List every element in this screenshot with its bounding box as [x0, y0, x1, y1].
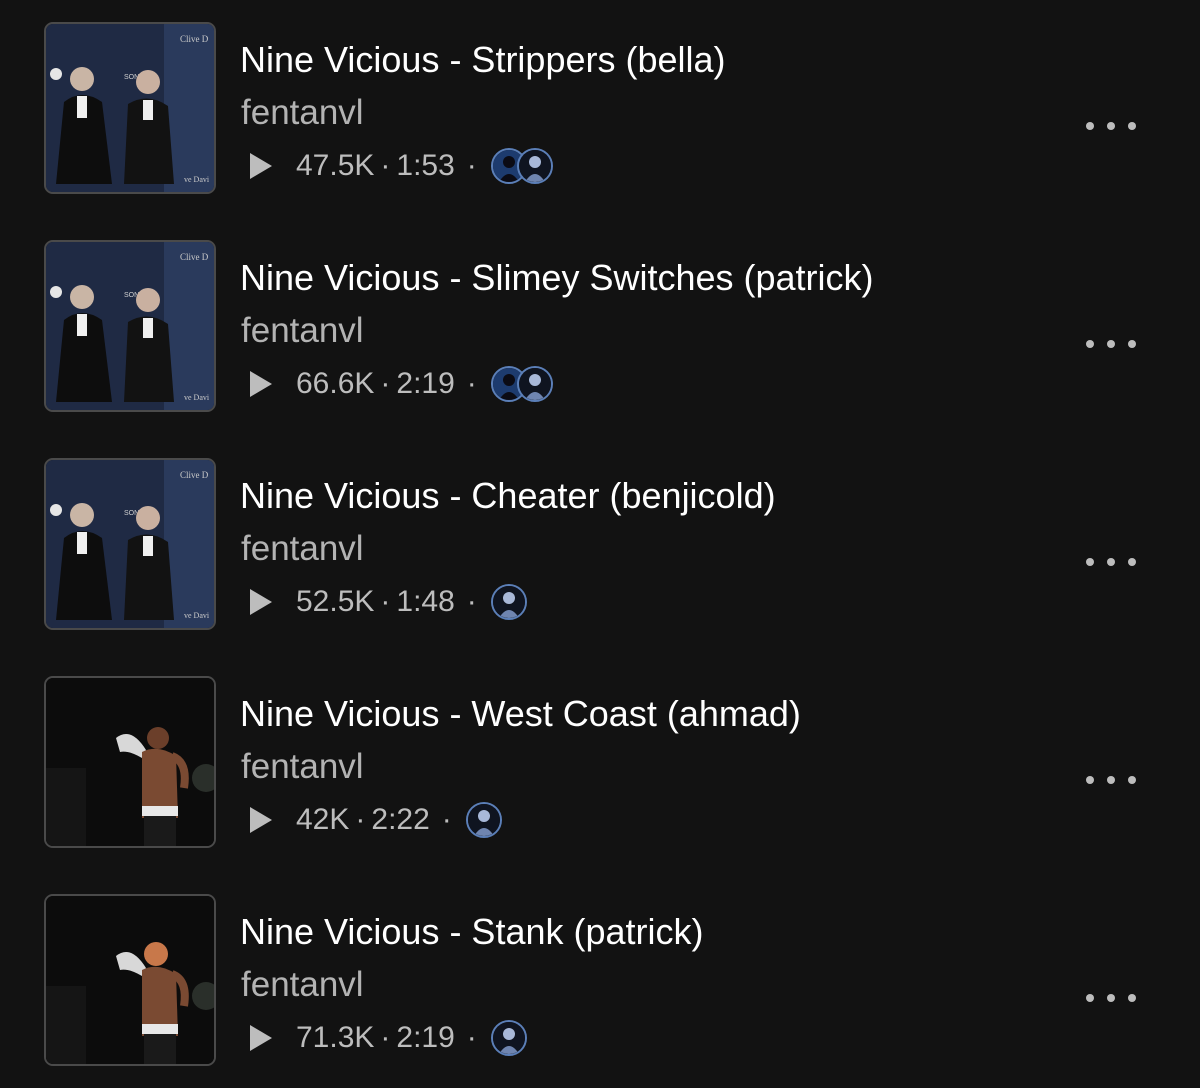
track-list: Clive D SONY ve Davi Nine Vicious - Stri…	[0, 0, 1200, 1088]
separator: ·	[355, 803, 366, 836]
performer-artwork-image	[46, 896, 214, 1064]
play-count: 42K	[296, 803, 350, 836]
track-artist[interactable]: fentanvl	[241, 963, 364, 1007]
suits-artwork-image: Clive D SONY ve Davi	[46, 24, 214, 192]
commenter-avatars	[490, 584, 527, 620]
performer-artwork-image	[46, 678, 214, 846]
track-artwork[interactable]	[44, 894, 216, 1066]
track-title[interactable]: Nine Vicious - Strippers (bella)	[240, 38, 726, 82]
track-row[interactable]: Nine Vicious - West Coast (ahmad) fentan…	[0, 676, 1200, 852]
svg-text:ve Davi: ve Davi	[184, 393, 210, 402]
more-options-icon	[1086, 558, 1094, 566]
more-options-icon	[1086, 122, 1094, 130]
track-title[interactable]: Nine Vicious - Cheater (benjicold)	[240, 474, 776, 518]
play-count: 71.3K	[296, 1021, 375, 1054]
play-icon	[250, 1025, 272, 1051]
separator: ·	[466, 585, 477, 618]
avatar	[516, 148, 553, 184]
track-artist[interactable]: fentanvl	[241, 745, 364, 789]
track-meta: 47.5K · 1:53 ·	[250, 144, 553, 188]
play-icon	[250, 807, 272, 833]
track-artist[interactable]: fentanvl	[241, 309, 364, 353]
more-options-button[interactable]	[1086, 768, 1136, 792]
track-row[interactable]: Clive D SONY ve Davi Nine Vicious - Slim…	[0, 240, 1200, 416]
track-row[interactable]: Clive D SONY ve Davi Nine Vicious - Stri…	[0, 22, 1200, 198]
separator: ·	[380, 149, 391, 182]
commenter-avatars	[465, 802, 502, 838]
more-options-button[interactable]	[1086, 986, 1136, 1010]
play-icon	[250, 153, 272, 179]
svg-text:Clive D: Clive D	[180, 252, 209, 262]
separator: ·	[380, 1021, 391, 1054]
more-options-button[interactable]	[1086, 114, 1136, 138]
separator: ·	[380, 585, 391, 618]
separator: ·	[380, 367, 391, 400]
track-artwork[interactable]: Clive D SONY ve Davi	[44, 240, 216, 412]
separator: ·	[441, 803, 452, 836]
more-options-button[interactable]	[1086, 550, 1136, 574]
commenter-avatars	[490, 1020, 527, 1056]
svg-text:Clive D: Clive D	[180, 470, 209, 480]
avatar	[516, 366, 553, 402]
svg-text:ve Davi: ve Davi	[184, 611, 210, 620]
avatar	[490, 1020, 527, 1056]
more-options-icon	[1086, 994, 1094, 1002]
play-count: 47.5K	[296, 149, 375, 182]
separator: ·	[466, 149, 477, 182]
more-options-button[interactable]	[1086, 332, 1136, 356]
separator: ·	[466, 367, 477, 400]
track-artwork[interactable]: Clive D SONY ve Davi	[44, 458, 216, 630]
track-artist[interactable]: fentanvl	[241, 91, 364, 135]
track-duration: 1:48	[396, 585, 455, 618]
separator: ·	[466, 1021, 477, 1054]
play-count: 66.6K	[296, 367, 375, 400]
commenter-avatars	[490, 366, 553, 402]
track-meta: 52.5K · 1:48 ·	[250, 580, 527, 624]
commenter-avatars	[490, 148, 553, 184]
track-artwork[interactable]	[44, 676, 216, 848]
svg-text:ve Davi: ve Davi	[184, 175, 210, 184]
track-duration: 2:19	[396, 367, 455, 400]
track-title[interactable]: Nine Vicious - Slimey Switches (patrick)	[240, 256, 874, 300]
play-icon	[250, 371, 272, 397]
suits-artwork-image: Clive D SONY ve Davi	[46, 242, 214, 410]
avatar	[465, 802, 502, 838]
track-duration: 1:53	[396, 149, 455, 182]
track-row[interactable]: Clive D SONY ve Davi Nine Vicious - Chea…	[0, 458, 1200, 634]
track-title[interactable]: Nine Vicious - West Coast (ahmad)	[240, 692, 801, 736]
suits-artwork-image: Clive D SONY ve Davi	[46, 460, 214, 628]
track-duration: 2:19	[396, 1021, 455, 1054]
track-artist[interactable]: fentanvl	[241, 527, 364, 571]
play-icon	[250, 589, 272, 615]
more-options-icon	[1086, 340, 1094, 348]
track-meta: 66.6K · 2:19 ·	[250, 362, 553, 406]
play-count: 52.5K	[296, 585, 375, 618]
track-row[interactable]: Nine Vicious - Stank (patrick) fentanvl …	[0, 894, 1200, 1070]
track-title[interactable]: Nine Vicious - Stank (patrick)	[240, 910, 704, 954]
track-duration: 2:22	[371, 803, 430, 836]
avatar	[490, 584, 527, 620]
track-meta: 42K · 2:22 ·	[250, 798, 502, 842]
more-options-icon	[1086, 776, 1094, 784]
track-meta: 71.3K · 2:19 ·	[250, 1016, 527, 1060]
svg-text:Clive D: Clive D	[180, 34, 209, 44]
track-artwork[interactable]: Clive D SONY ve Davi	[44, 22, 216, 194]
